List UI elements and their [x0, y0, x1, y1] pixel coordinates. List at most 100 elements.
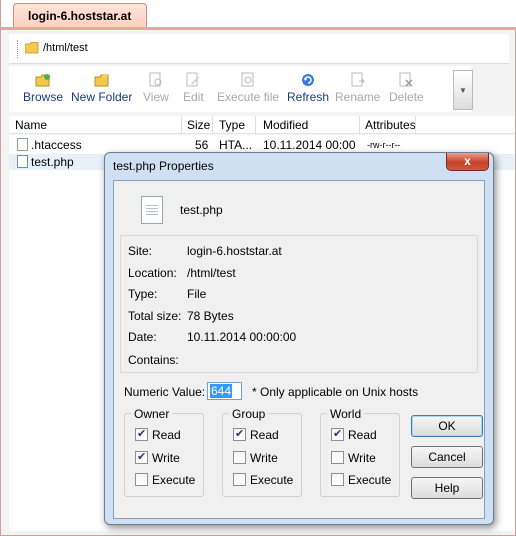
dialog-body: test.php Site: login-6.hoststar.at Locat… [113, 180, 485, 519]
owner-write-checkbox[interactable]: Write [135, 450, 180, 465]
ok-button[interactable]: OK [411, 415, 483, 437]
group-execute-label: Execute [250, 473, 294, 487]
delete-label: Delete [389, 90, 424, 104]
tab-underline [1, 27, 516, 30]
column-separator[interactable] [359, 116, 360, 134]
help-button[interactable]: Help [411, 477, 483, 499]
world-group: World Read Write Execute [320, 407, 400, 497]
numeric-value-input[interactable]: 644 [207, 382, 242, 400]
new-folder-button[interactable]: New Folder [71, 72, 132, 104]
execute-file-label: Execute file [217, 90, 280, 104]
column-type[interactable]: Type [219, 118, 245, 132]
file-size: 56 [195, 138, 209, 152]
checkbox-checked-icon[interactable] [135, 427, 148, 441]
checkbox-unchecked-icon[interactable] [331, 451, 344, 464]
info-panel: Site: login-6.hoststar.at Location: /htm… [120, 235, 478, 373]
world-execute-checkbox[interactable]: Execute [331, 473, 391, 487]
world-legend: World [327, 407, 365, 421]
dialog-title: test.php Properties [113, 159, 214, 173]
toolbar: Browse New Folder View Edit Execute file [9, 66, 471, 112]
numeric-note: * Only applicable on Unix hosts [252, 385, 419, 399]
group-write-checkbox[interactable]: Write [233, 451, 278, 465]
group-read-checkbox[interactable]: Read [233, 427, 279, 442]
world-write-checkbox[interactable]: Write [331, 451, 376, 465]
world-read-label: Read [348, 428, 377, 442]
cancel-button[interactable]: Cancel [411, 446, 483, 468]
toolbar-overflow-chevron-icon[interactable]: ▼ [453, 70, 473, 110]
group-read-label: Read [250, 428, 279, 442]
rename-label: Rename [335, 90, 381, 104]
php-file-icon [17, 155, 28, 168]
site-value: login-6.hoststar.at [187, 244, 282, 258]
column-separator[interactable] [181, 116, 182, 134]
delete-icon [398, 72, 414, 88]
contains-label: Contains: [128, 353, 179, 367]
file-row[interactable]: .htaccess 56 HTA... 10.11.2014 00:00 -rw… [9, 137, 515, 153]
browse-label: Browse [23, 90, 64, 104]
close-button[interactable]: x [446, 153, 489, 171]
execute-icon [240, 72, 256, 88]
checkbox-checked-icon[interactable] [233, 427, 246, 441]
rename-button[interactable]: Rename [335, 72, 380, 104]
file-type: HTA... [219, 138, 253, 152]
column-separator[interactable] [415, 116, 416, 134]
size-value: 78 Bytes [187, 309, 234, 323]
folder-icon [25, 42, 39, 54]
column-modified[interactable]: Modified [263, 118, 308, 132]
edit-button[interactable]: Edit [183, 72, 204, 104]
new-folder-icon [94, 72, 110, 88]
view-label: View [143, 90, 169, 104]
column-separator[interactable] [255, 116, 256, 134]
column-attributes[interactable]: Attributes [365, 118, 416, 132]
refresh-icon [300, 72, 316, 88]
delete-button[interactable]: Delete [389, 72, 424, 104]
owner-execute-label: Execute [152, 473, 196, 487]
owner-execute-checkbox[interactable]: Execute [135, 473, 195, 487]
view-button[interactable]: View [143, 72, 169, 104]
world-read-checkbox[interactable]: Read [331, 427, 377, 442]
file-modified: 10.11.2014 00:00 [263, 138, 356, 152]
browse-button[interactable]: Browse [23, 72, 63, 104]
close-icon: x [464, 154, 471, 168]
checkbox-checked-icon[interactable] [331, 427, 344, 441]
checkbox-unchecked-icon[interactable] [233, 451, 246, 464]
group-execute-checkbox[interactable]: Execute [233, 473, 293, 487]
tab-connection[interactable]: login-6.hoststar.at [13, 3, 147, 28]
group-legend: Group [229, 407, 269, 421]
file-icon [141, 196, 163, 224]
path-divider [17, 40, 18, 58]
path-bar: /html/test [9, 34, 509, 64]
group-group: Group Read Write Execute [222, 407, 302, 497]
owner-read-checkbox[interactable]: Read [135, 427, 181, 442]
current-path[interactable]: /html/test [43, 42, 88, 54]
rename-icon [350, 72, 366, 88]
view-icon [148, 72, 164, 88]
htaccess-file-icon [17, 138, 28, 151]
world-execute-label: Execute [348, 473, 392, 487]
numeric-value-text: 644 [210, 384, 233, 398]
owner-write-label: Write [152, 451, 180, 465]
tab-strip: login-6.hoststar.at [1, 0, 516, 30]
checkbox-unchecked-icon[interactable] [135, 473, 148, 486]
checkbox-unchecked-icon[interactable] [233, 473, 246, 486]
world-write-label: Write [348, 451, 376, 465]
owner-read-label: Read [152, 428, 181, 442]
owner-legend: Owner [131, 407, 173, 421]
type-value: File [187, 287, 207, 301]
file-name: .htaccess [31, 138, 82, 152]
file-name: test.php [31, 155, 74, 169]
refresh-button[interactable]: Refresh [287, 72, 329, 104]
refresh-label: Refresh [287, 90, 330, 104]
browse-icon [35, 72, 51, 88]
execute-file-button[interactable]: Execute file [217, 72, 279, 104]
checkbox-unchecked-icon[interactable] [331, 473, 344, 486]
column-separator[interactable] [212, 116, 213, 134]
checkbox-checked-icon[interactable] [135, 450, 148, 464]
group-write-label: Write [250, 451, 278, 465]
edit-label: Edit [183, 90, 204, 104]
numeric-value-label: Numeric Value: [124, 385, 206, 399]
date-label: Date: [128, 330, 157, 344]
column-size[interactable]: Size [187, 118, 210, 132]
location-label: Location: [128, 266, 177, 280]
column-name[interactable]: Name [15, 118, 47, 132]
